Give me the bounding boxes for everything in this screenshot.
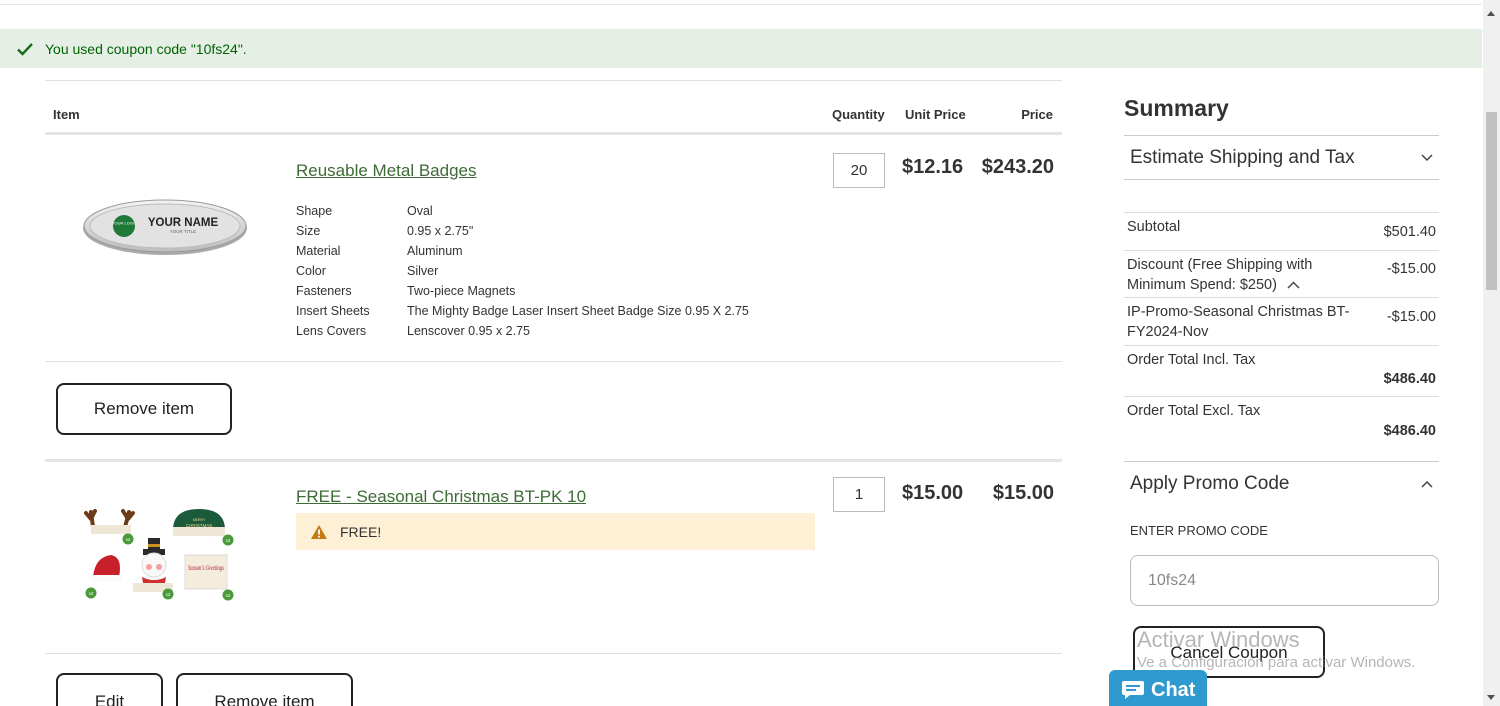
header-price: Price xyxy=(1021,107,1053,122)
header-unit-price: Unit Price xyxy=(905,107,966,122)
order-summary: Summary Estimate Shipping and Tax Subtot… xyxy=(1124,95,1439,606)
scroll-thumb[interactable] xyxy=(1486,112,1497,290)
option-color: Color Silver xyxy=(296,264,439,278)
chat-label: Chat xyxy=(1151,678,1196,701)
count-label: x2 xyxy=(126,537,131,542)
summary-total-excl-tax: Order Total Excl. Tax $486.40 xyxy=(1127,403,1436,439)
option-lens-covers: Lens Covers Lenscover 0.95 x 2.75 xyxy=(296,324,530,338)
count-label: x2 xyxy=(226,538,231,543)
product-options: Shape Oval Size 0.95 x 2.75" Material Alumi… xyxy=(296,201,749,341)
remove-item-button[interactable]: Remove item xyxy=(176,673,353,706)
scroll-down-icon[interactable] xyxy=(1487,695,1495,700)
header-quantity: Quantity xyxy=(832,107,885,122)
product-link-metal-badges[interactable]: Reusable Metal Badges xyxy=(296,161,477,181)
unit-price: $15.00 xyxy=(902,482,964,504)
product-image-christmas-pack[interactable]: MERRY CHRISTMAS Season's Greetings x2 x2 xyxy=(81,497,247,607)
estimate-shipping-label: Estimate Shipping and Tax xyxy=(1130,146,1355,168)
success-message: You used coupon code "10fs24". xyxy=(0,29,1482,68)
badge-title-text: YOUR TITLE xyxy=(170,229,196,234)
product-link-christmas-pack[interactable]: FREE - Seasonal Christmas BT-PK 10 xyxy=(296,487,586,507)
line-price: $243.20 xyxy=(981,156,1054,178)
cart-item-actions: Edit Remove item xyxy=(45,654,1062,706)
line-price: $15.00 xyxy=(992,482,1054,504)
count-label: x2 xyxy=(226,593,231,598)
option-insert-sheets: Insert Sheets The Mighty Badge Laser Inse… xyxy=(296,304,749,318)
promo-code-label: ENTER PROMO CODE xyxy=(1130,523,1268,538)
chevron-down-icon xyxy=(1421,153,1433,161)
promo-code-input[interactable]: 10fs24 xyxy=(1130,555,1439,606)
checkmark-icon xyxy=(17,42,33,56)
chat-bubble-icon xyxy=(1122,681,1144,699)
cart-table: Item Quantity Unit Price Price YOUR LOGO… xyxy=(45,80,1062,706)
free-notice-text: FREE! xyxy=(340,523,382,540)
option-material: Material Aluminum xyxy=(296,244,463,258)
cart-item-row: YOUR LOGO YOUR NAME YOUR TITLE Reusable … xyxy=(45,135,1062,362)
warning-icon xyxy=(311,524,327,539)
chevron-up-icon[interactable] xyxy=(1287,281,1300,289)
unit-price: $12.16 xyxy=(902,156,964,178)
count-label: x2 xyxy=(89,591,94,596)
option-shape: Shape Oval xyxy=(296,204,433,218)
option-size: Size 0.95 x 2.75" xyxy=(296,224,474,238)
summary-subtotal: Subtotal $501.40 xyxy=(1124,213,1439,251)
badge-logo-text: YOUR LOGO xyxy=(112,221,136,226)
logo-circle xyxy=(113,215,135,237)
cart-item-row: MERRY CHRISTMAS Season's Greetings x2 x2 xyxy=(45,459,1062,654)
chevron-up-icon xyxy=(1421,480,1433,488)
greetings-text: Season's Greetings xyxy=(188,564,224,572)
product-image-metal-badge[interactable]: YOUR LOGO YOUR NAME YOUR TITLE xyxy=(81,195,249,257)
estimate-shipping-toggle[interactable]: Estimate Shipping and Tax xyxy=(1124,135,1439,180)
merry-text: MERRY xyxy=(193,518,206,522)
summary-lines: Subtotal $501.40 Discount (Free Shipping… xyxy=(1124,212,1439,447)
scroll-up-icon[interactable] xyxy=(1487,11,1495,16)
free-notice: FREE! xyxy=(296,513,815,550)
cart-item-actions: Remove item xyxy=(45,362,1062,459)
remove-item-button[interactable]: Remove item xyxy=(56,383,232,435)
option-fasteners: Fasteners Two-piece Magnets xyxy=(296,284,516,298)
christmas-text: CHRISTMAS xyxy=(186,523,213,528)
summary-title: Summary xyxy=(1124,95,1229,121)
quantity-input[interactable]: 20 xyxy=(833,153,885,188)
edit-item-button[interactable]: Edit xyxy=(56,673,163,706)
count-label: x2 xyxy=(166,592,171,597)
page-scrollbar[interactable] xyxy=(1483,0,1500,706)
summary-discount: Discount (Free Shipping with Minimum Spe… xyxy=(1124,251,1439,298)
header-item: Item xyxy=(53,107,80,122)
summary-total-incl-tax: Order Total Incl. Tax $486.40 xyxy=(1124,346,1439,397)
apply-promo-toggle[interactable]: Apply Promo Code xyxy=(1124,461,1439,505)
apply-promo-label: Apply Promo Code xyxy=(1130,472,1290,494)
top-divider xyxy=(0,4,1482,5)
quantity-input[interactable]: 1 xyxy=(833,477,885,512)
summary-promo-discount: IP-Promo-Seasonal Christmas BT-FY2024-No… xyxy=(1124,298,1439,346)
cart-table-header: Item Quantity Unit Price Price xyxy=(45,80,1062,135)
badge-name-text: YOUR NAME xyxy=(148,217,219,229)
success-message-text: You used coupon code "10fs24". xyxy=(45,40,247,57)
chat-button[interactable]: Chat xyxy=(1109,670,1207,706)
